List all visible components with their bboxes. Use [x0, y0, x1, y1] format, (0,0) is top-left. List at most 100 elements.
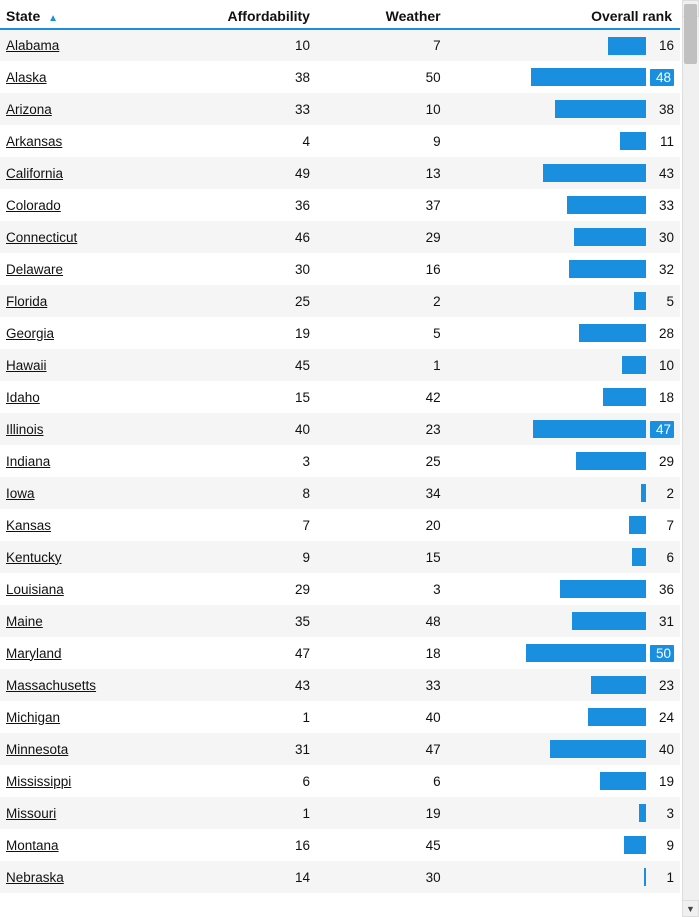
weather-cell: 42	[340, 381, 461, 413]
affordability-cell: 1	[197, 797, 340, 829]
weather-cell: 15	[340, 541, 461, 573]
rank-number: 18	[650, 390, 674, 405]
scrollbar-thumb[interactable]	[684, 4, 697, 64]
weather-cell: 48	[340, 605, 461, 637]
state-link[interactable]: Colorado	[6, 198, 61, 213]
table-row: Maine354831	[0, 605, 680, 637]
state-link[interactable]: Connecticut	[6, 230, 77, 245]
overall-rank-cell: 24	[461, 701, 680, 733]
state-link[interactable]: Mississippi	[6, 774, 71, 789]
table-row: Hawaii45110	[0, 349, 680, 381]
overall-rank-cell: 50	[461, 637, 680, 669]
table-row: Iowa8342	[0, 477, 680, 509]
state-link[interactable]: Massachusetts	[6, 678, 96, 693]
rank-bar	[641, 484, 646, 502]
table-container: State ▲ Affordability Weather Overall ra…	[0, 0, 699, 917]
weather-cell: 5	[340, 317, 461, 349]
table-row: Colorado363733	[0, 189, 680, 221]
overall-rank-cell: 19	[461, 765, 680, 797]
rank-bar	[567, 196, 646, 214]
affordability-cell: 40	[197, 413, 340, 445]
overall-rank-cell: 32	[461, 253, 680, 285]
weather-cell: 10	[340, 93, 461, 125]
col-header-weather[interactable]: Weather	[340, 0, 461, 29]
table-row: Indiana32529	[0, 445, 680, 477]
overall-rank-cell: 1	[461, 861, 680, 893]
rank-number: 7	[650, 518, 674, 533]
state-link[interactable]: Montana	[6, 838, 59, 853]
rank-number: 19	[650, 774, 674, 789]
state-link[interactable]: Alaska	[6, 70, 47, 85]
header-row: State ▲ Affordability Weather Overall ra…	[0, 0, 680, 29]
affordability-cell: 45	[197, 349, 340, 381]
state-link[interactable]: Delaware	[6, 262, 63, 277]
state-link[interactable]: Alabama	[6, 38, 59, 53]
rank-bar	[533, 420, 646, 438]
rank-number: 3	[650, 806, 674, 821]
affordability-cell: 15	[197, 381, 340, 413]
table-row: Idaho 1542 18	[0, 381, 680, 413]
state-link[interactable]: Georgia	[6, 326, 54, 341]
rank-number: 11	[650, 134, 674, 149]
state-link[interactable]: Louisiana	[6, 582, 64, 597]
state-link[interactable]: Illinois	[6, 422, 44, 437]
state-link[interactable]: Idaho	[6, 390, 40, 405]
overall-header-label: Overall rank	[591, 8, 672, 24]
state-link[interactable]: Indiana	[6, 454, 50, 469]
state-link[interactable]: Maine	[6, 614, 43, 629]
state-link[interactable]: California	[6, 166, 63, 181]
rank-bar	[531, 68, 646, 86]
scroll-arrow-down[interactable]: ▼	[682, 900, 699, 917]
weather-header-label: Weather	[386, 8, 441, 24]
rank-bar	[555, 100, 646, 118]
overall-rank-cell: 38	[461, 93, 680, 125]
state-link[interactable]: Minnesota	[6, 742, 68, 757]
rank-bar	[639, 804, 646, 822]
affordability-cell: 4	[197, 125, 340, 157]
table-body: Alabama10716Alaska385048Arizona331038Ark…	[0, 29, 680, 893]
col-header-affordability[interactable]: Affordability	[197, 0, 340, 29]
affordability-cell: 10	[197, 29, 340, 61]
state-link[interactable]: Michigan	[6, 710, 60, 725]
state-link[interactable]: Missouri	[6, 806, 56, 821]
weather-cell: 50	[340, 61, 461, 93]
state-link[interactable]: Maryland	[6, 646, 62, 661]
affordability-cell: 19	[197, 317, 340, 349]
state-link[interactable]: Florida	[6, 294, 47, 309]
col-header-state[interactable]: State ▲	[0, 0, 197, 29]
overall-rank-cell: 7	[461, 509, 680, 541]
state-link[interactable]: Hawaii	[6, 358, 47, 373]
scroll-area: State ▲ Affordability Weather Overall ra…	[0, 0, 699, 917]
col-header-overall[interactable]: Overall rank	[461, 0, 680, 29]
table-row: Montana16459	[0, 829, 680, 861]
rank-number: 31	[650, 614, 674, 629]
rank-number: 16	[650, 38, 674, 53]
weather-cell: 19	[340, 797, 461, 829]
state-link[interactable]: Iowa	[6, 486, 35, 501]
weather-cell: 13	[340, 157, 461, 189]
overall-rank-cell: 11	[461, 125, 680, 157]
rank-bar	[579, 324, 646, 342]
rank-number: 5	[650, 294, 674, 309]
overall-rank-cell: 28	[461, 317, 680, 349]
rank-bar	[632, 548, 646, 566]
affordability-cell: 25	[197, 285, 340, 317]
state-link[interactable]: Kentucky	[6, 550, 62, 565]
weather-cell: 18	[340, 637, 461, 669]
state-link[interactable]: Nebraska	[6, 870, 64, 885]
rank-bar	[543, 164, 646, 182]
table-row: Michigan14024	[0, 701, 680, 733]
overall-rank-cell: 10	[461, 349, 680, 381]
table-row: California491343	[0, 157, 680, 189]
rank-number: 50	[650, 645, 674, 662]
state-link[interactable]: Kansas	[6, 518, 51, 533]
overall-rank-cell: 18	[461, 381, 680, 413]
rank-bar	[620, 132, 646, 150]
state-link[interactable]: Arizona	[6, 102, 52, 117]
table-row: Alabama10716	[0, 29, 680, 61]
affordability-cell: 7	[197, 509, 340, 541]
affordability-cell: 8	[197, 477, 340, 509]
state-link[interactable]: Arkansas	[6, 134, 62, 149]
affordability-cell: 47	[197, 637, 340, 669]
overall-rank-cell: 47	[461, 413, 680, 445]
